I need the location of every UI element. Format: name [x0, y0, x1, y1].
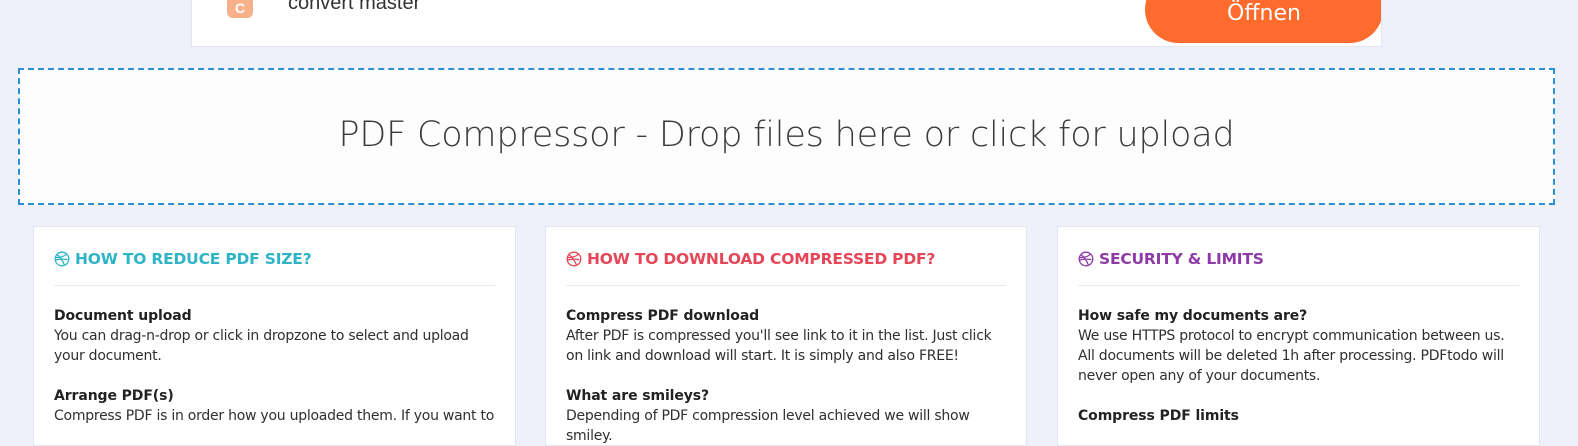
dribbble-icon: [1078, 251, 1094, 267]
ad-banner[interactable]: C convert master Öffnen: [191, 0, 1382, 47]
card-title: HOW TO REDUCE PDF SIZE?: [54, 249, 495, 269]
section-heading: Compress PDF download: [566, 308, 760, 324]
info-card-security: SECURITY & LIMITS How safe my documents …: [1057, 226, 1540, 446]
section-heading: How safe my documents are?: [1078, 308, 1308, 324]
ad-title: convert master: [288, 0, 421, 14]
card-title-text: HOW TO REDUCE PDF SIZE?: [75, 250, 312, 268]
section-heading: What are smileys?: [566, 388, 710, 404]
info-card-download: HOW TO DOWNLOAD COMPRESSED PDF? Compress…: [545, 226, 1027, 446]
card-title-text: SECURITY & LIMITS: [1099, 250, 1264, 268]
section-heading: Document upload: [54, 308, 192, 324]
card-title-text: HOW TO DOWNLOAD COMPRESSED PDF?: [587, 250, 936, 268]
open-button[interactable]: Öffnen: [1145, 0, 1381, 43]
dribbble-icon: [566, 251, 582, 267]
card-title: HOW TO DOWNLOAD COMPRESSED PDF?: [566, 249, 1006, 269]
section-body: You can drag-n-drop or click in dropzone…: [54, 328, 469, 364]
divider: [54, 285, 495, 286]
divider: [1078, 285, 1519, 286]
section-body: Depending of PDF compression level achie…: [566, 408, 970, 444]
divider: [566, 285, 1006, 286]
app-logo-icon: C: [227, 0, 253, 18]
card-title: SECURITY & LIMITS: [1078, 249, 1519, 269]
section-body: We use HTTPS protocol to encrypt communi…: [1078, 328, 1505, 384]
dropzone-label: PDF Compressor - Drop files here or clic…: [338, 114, 1235, 155]
info-card-reduce-size: HOW TO REDUCE PDF SIZE? Document upload …: [33, 226, 516, 446]
section-heading: Arrange PDF(s): [54, 388, 174, 404]
section-heading: Compress PDF limits: [1078, 408, 1239, 424]
app-logo-glyph: C: [234, 0, 246, 16]
section-body: After PDF is compressed you'll see link …: [566, 328, 992, 364]
section-body: Compress PDF is in order how you uploade…: [54, 408, 495, 424]
upload-dropzone[interactable]: PDF Compressor - Drop files here or clic…: [18, 68, 1555, 205]
dribbble-icon: [54, 251, 70, 267]
